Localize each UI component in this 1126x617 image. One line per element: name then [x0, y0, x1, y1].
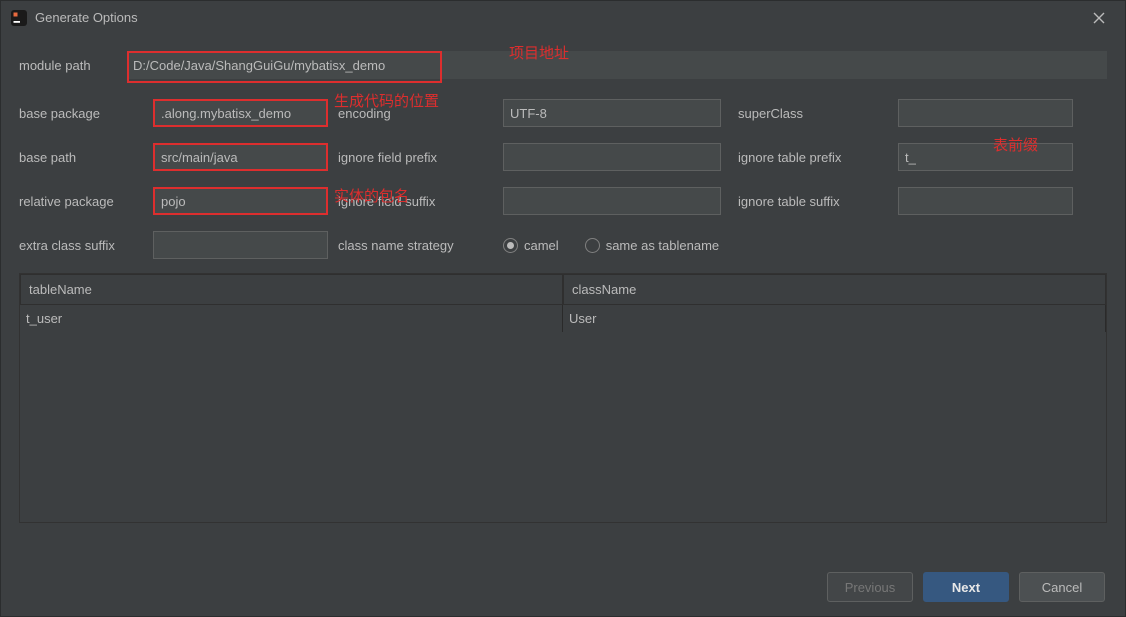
cancel-button[interactable]: Cancel: [1019, 572, 1105, 602]
cell-tablename: t_user: [20, 305, 563, 332]
base-path-input[interactable]: [153, 143, 328, 171]
form-area: module path base package encoding superC…: [1, 35, 1125, 261]
table-header-tablename[interactable]: tableName: [20, 274, 563, 305]
extra-class-suffix-label: extra class suffix: [19, 238, 153, 253]
base-path-label: base path: [19, 150, 153, 165]
window-title: Generate Options: [35, 10, 138, 25]
superclass-input[interactable]: [898, 99, 1073, 127]
ignore-field-prefix-label: ignore field prefix: [338, 150, 503, 165]
table-body: t_user User: [20, 305, 1106, 332]
ignore-table-suffix-input[interactable]: [898, 187, 1073, 215]
ignore-field-suffix-label: ignore field suffix: [338, 194, 503, 209]
title-bar: Generate Options: [1, 1, 1125, 35]
cell-classname: User: [563, 305, 1106, 332]
superclass-label: superClass: [738, 106, 898, 121]
relative-package-label: relative package: [19, 194, 153, 209]
encoding-input[interactable]: [503, 99, 721, 127]
dialog-generate-options: Generate Options module path base packag…: [0, 0, 1126, 617]
app-icon: [11, 10, 27, 26]
next-button[interactable]: Next: [923, 572, 1009, 602]
relative-package-input[interactable]: [153, 187, 328, 215]
ignore-table-prefix-input[interactable]: [898, 143, 1073, 171]
ignore-field-suffix-input[interactable]: [503, 187, 721, 215]
radio-camel-label: camel: [524, 238, 559, 253]
ignore-table-suffix-label: ignore table suffix: [738, 194, 898, 209]
module-path-label: module path: [19, 58, 127, 73]
radio-circle-icon: [503, 238, 518, 253]
ignore-table-prefix-label: ignore table prefix: [738, 150, 898, 165]
previous-button[interactable]: Previous: [827, 572, 913, 602]
ignore-field-prefix-input[interactable]: [503, 143, 721, 171]
table-header-classname[interactable]: className: [563, 274, 1106, 305]
module-path-input[interactable]: [127, 51, 1107, 79]
encoding-label: encoding: [338, 106, 503, 121]
table-row[interactable]: t_user User: [20, 305, 1106, 332]
base-package-label: base package: [19, 106, 153, 121]
table: tableName className t_user User: [19, 273, 1107, 523]
table-header: tableName className: [20, 274, 1106, 305]
dialog-footer: Previous Next Cancel: [827, 572, 1105, 602]
radio-circle-icon: [585, 238, 600, 253]
close-button[interactable]: [1083, 2, 1115, 34]
class-name-strategy-label: class name strategy: [338, 238, 503, 253]
extra-class-suffix-input[interactable]: [153, 231, 328, 259]
base-package-input[interactable]: [153, 99, 328, 127]
radio-camel[interactable]: camel: [503, 238, 559, 253]
radio-same-label: same as tablename: [606, 238, 719, 253]
radio-same-as-tablename[interactable]: same as tablename: [585, 238, 719, 253]
